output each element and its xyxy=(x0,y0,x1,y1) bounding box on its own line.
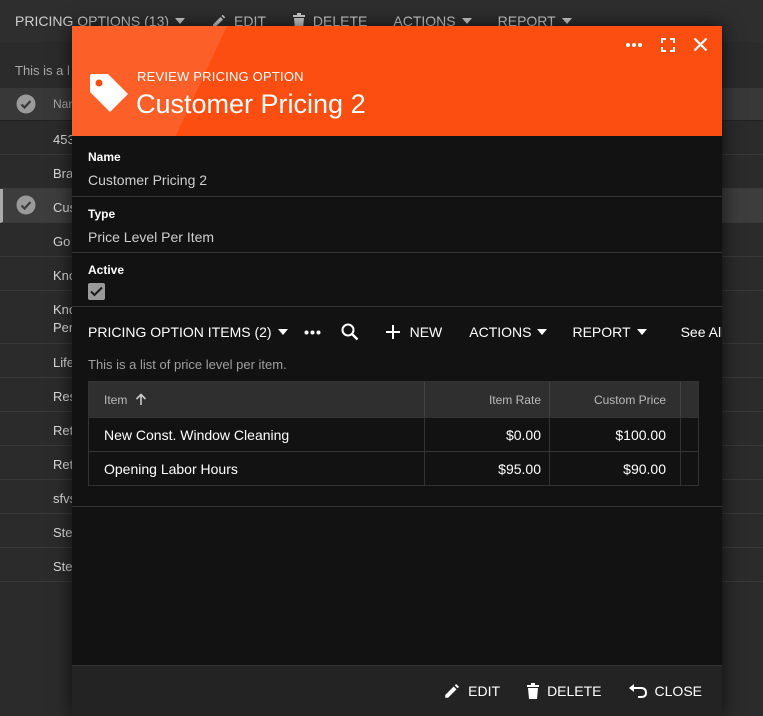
cell-item-rate: $95.00 xyxy=(425,452,550,485)
more-options-button[interactable] xyxy=(625,42,643,48)
grid-header: Item Item Rate Custom Price xyxy=(89,382,698,417)
close-icon xyxy=(693,37,708,52)
price-tag-icon xyxy=(90,74,128,112)
items-report-label: REPORT xyxy=(572,324,631,340)
modal-header: REVIEW PRICING OPTION Customer Pricing 2 xyxy=(72,26,722,136)
delete-button[interactable]: DELETE xyxy=(526,682,602,700)
cell-custom-price: $90.00 xyxy=(550,452,681,485)
edit-label: EDIT xyxy=(468,683,501,699)
more-horizontal-icon xyxy=(304,330,321,334)
review-pricing-option-modal: REVIEW PRICING OPTION Customer Pricing 2… xyxy=(72,26,722,716)
active-checkbox xyxy=(88,283,105,300)
column-header-item[interactable]: Item xyxy=(89,382,425,417)
search-icon xyxy=(341,323,358,341)
items-new-button[interactable]: NEW xyxy=(385,324,443,340)
select-all-check-icon[interactable] xyxy=(16,94,36,114)
chevron-down-icon xyxy=(277,329,288,335)
type-field: Type Price Level Per Item xyxy=(72,197,722,253)
sort-ascending-icon xyxy=(136,393,147,405)
items-grid: Item Item Rate Custom Price New Const. W… xyxy=(88,381,699,486)
pencil-icon xyxy=(445,684,460,698)
chevron-down-icon xyxy=(537,329,548,335)
items-title-menu[interactable]: PRICING OPTION ITEMS (2) xyxy=(88,324,288,340)
chevron-down-icon xyxy=(175,18,186,24)
plus-icon xyxy=(385,325,400,339)
close-modal-button[interactable] xyxy=(693,37,708,52)
type-value: Price Level Per Item xyxy=(88,229,215,245)
items-actions-menu[interactable]: ACTIONS xyxy=(469,324,548,340)
bg-column-name[interactable]: Nar xyxy=(53,97,72,111)
more-horizontal-icon xyxy=(626,42,642,47)
row-spacer xyxy=(681,418,698,451)
cell-item: Opening Labor Hours xyxy=(89,452,425,485)
close-button[interactable]: CLOSE xyxy=(628,683,702,699)
chevron-down-icon xyxy=(461,18,472,24)
pricing-option-items-section: PRICING OPTION ITEMS (2) NEW ACTIONS REP… xyxy=(72,307,722,507)
items-search-button[interactable] xyxy=(341,323,359,341)
modal-footer: EDIT DELETE CLOSE xyxy=(72,665,722,716)
items-more-button[interactable] xyxy=(304,330,321,335)
delete-label: DELETE xyxy=(547,683,602,699)
type-label: Type xyxy=(88,207,116,221)
maximize-button[interactable] xyxy=(661,37,675,52)
modal-subtitle: REVIEW PRICING OPTION xyxy=(137,69,304,84)
chevron-down-icon xyxy=(636,329,647,335)
trash-icon xyxy=(527,683,540,699)
chevron-down-icon xyxy=(561,18,572,24)
items-actions-label: ACTIONS xyxy=(469,324,532,340)
row-spacer xyxy=(681,452,698,485)
see-all-link[interactable]: See All xyxy=(681,324,722,340)
items-description: This is a list of price level per item. xyxy=(88,357,287,372)
items-report-menu[interactable]: REPORT xyxy=(572,324,647,340)
modal-title: Customer Pricing 2 xyxy=(136,89,366,119)
cell-item: New Const. Window Cleaning xyxy=(89,418,425,451)
items-toolbar: PRICING OPTION ITEMS (2) NEW ACTIONS REP… xyxy=(88,307,722,357)
cell-item-rate: $0.00 xyxy=(425,418,550,451)
bg-description: This is a l xyxy=(15,63,70,78)
grid-header-spacer xyxy=(681,382,698,417)
table-row[interactable]: Opening Labor Hours $95.00 $90.00 xyxy=(89,451,698,485)
items-new-label: NEW xyxy=(409,324,443,340)
column-header-item-rate[interactable]: Item Rate xyxy=(425,382,550,417)
name-value: Customer Pricing 2 xyxy=(88,172,208,188)
selected-check-icon xyxy=(16,195,36,215)
header-actions xyxy=(607,37,708,52)
items-title: PRICING OPTION ITEMS (2) xyxy=(88,324,272,340)
expand-icon xyxy=(661,37,675,52)
edit-button[interactable]: EDIT xyxy=(443,682,500,700)
name-field: Name Customer Pricing 2 xyxy=(72,136,722,197)
active-field: Active xyxy=(72,253,722,307)
column-header-custom-price[interactable]: Custom Price xyxy=(550,382,681,417)
table-row[interactable]: New Const. Window Cleaning $0.00 $100.00 xyxy=(89,417,698,451)
close-label: CLOSE xyxy=(654,683,702,699)
name-label: Name xyxy=(88,150,121,164)
checkmark-icon xyxy=(90,286,103,297)
undo-icon xyxy=(628,684,647,698)
see-all-label: See All xyxy=(680,324,722,340)
active-label: Active xyxy=(88,263,125,277)
cell-custom-price: $100.00 xyxy=(550,418,681,451)
